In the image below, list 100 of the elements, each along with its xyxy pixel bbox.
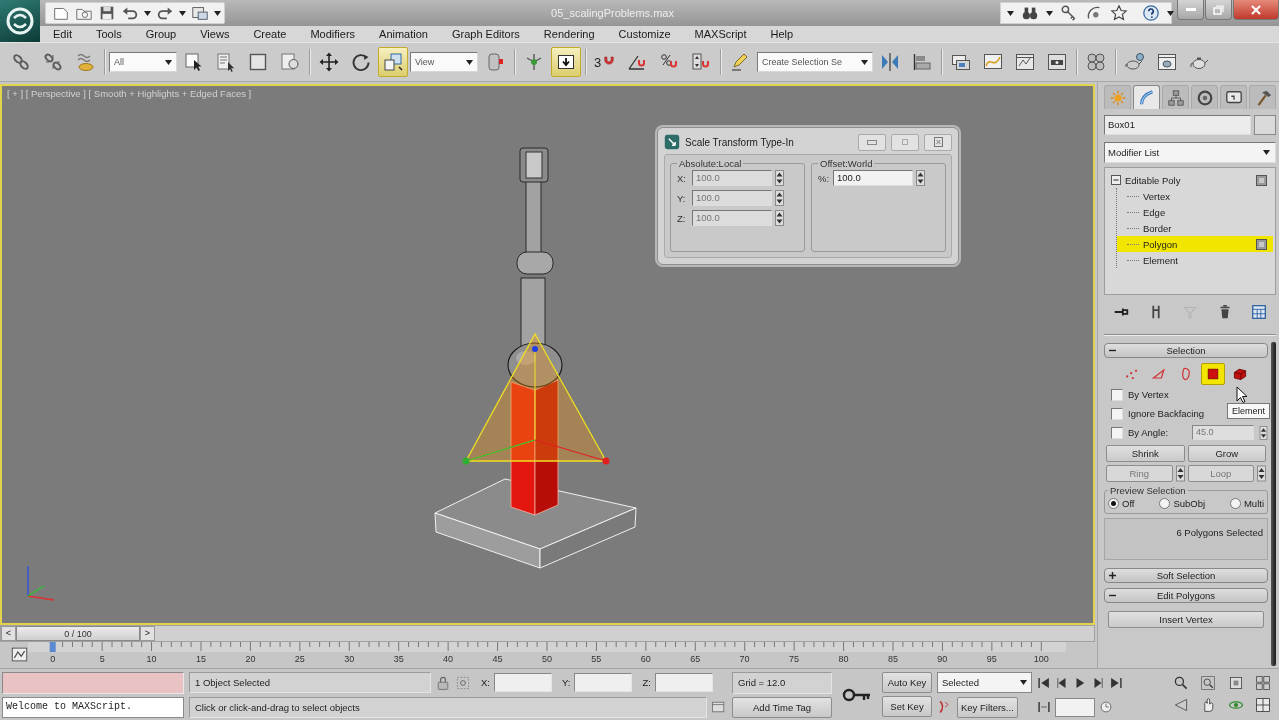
spinner-icon[interactable]: [775, 170, 784, 186]
object-name-field[interactable]: Box01: [1104, 115, 1251, 135]
panel-tab[interactable]: [1191, 85, 1218, 109]
menu-item[interactable]: Group: [133, 26, 189, 42]
close-button[interactable]: [924, 133, 952, 151]
spinner-icon[interactable]: [1259, 425, 1268, 440]
checkbox[interactable]: [1111, 407, 1123, 420]
curve-window-icon[interactable]: [11, 645, 28, 663]
menu-item[interactable]: Customize: [606, 26, 683, 42]
triangle-icon[interactable]: [1172, 697, 1189, 713]
menu-item[interactable]: Tools: [83, 26, 134, 42]
lock-icon[interactable]: [435, 674, 451, 691]
restore-button[interactable]: [1205, 0, 1232, 20]
caret-icon[interactable]: [466, 59, 473, 65]
key-icon[interactable]: [1060, 4, 1078, 22]
set-key-button[interactable]: Set Key: [882, 696, 932, 717]
go-to-end-icon[interactable]: [1109, 675, 1123, 690]
clock-icon[interactable]: [1099, 700, 1113, 715]
radio-button[interactable]: [1159, 498, 1171, 509]
caret-icon[interactable]: [1263, 150, 1270, 155]
save-icon[interactable]: [98, 4, 116, 22]
spinner-icon[interactable]: [1257, 465, 1266, 482]
caret-icon[interactable]: [214, 10, 221, 16]
spinner-icon[interactable]: [775, 190, 784, 206]
subobject-button[interactable]: [1201, 363, 1225, 385]
caret-icon[interactable]: [861, 59, 868, 65]
maximize-viewport-icon[interactable]: [1255, 697, 1272, 713]
radio-button[interactable]: [1229, 498, 1241, 509]
named-selection-field[interactable]: Create Selection Se: [757, 52, 873, 72]
caret-icon[interactable]: [165, 59, 172, 65]
stack-item[interactable]: Edge: [1117, 204, 1273, 220]
caret-icon[interactable]: [144, 10, 151, 16]
selection-filter-dropdown[interactable]: All: [109, 52, 177, 72]
bracket-icon[interactable]: [1037, 700, 1051, 715]
minimize-button[interactable]: [1177, 0, 1204, 20]
key-filters-button[interactable]: Key Filters...: [957, 696, 1018, 718]
panel-tab[interactable]: [1220, 85, 1247, 109]
maxscript-input-field[interactable]: [2, 672, 184, 694]
rollout-header[interactable]: Soft Selection: [1104, 568, 1268, 583]
previous-key-icon[interactable]: [1055, 675, 1069, 690]
menu-item[interactable]: Animation: [367, 26, 440, 42]
stack-item[interactable]: Border: [1117, 220, 1273, 236]
angle-field[interactable]: 45.0: [1192, 425, 1254, 440]
radio-button[interactable]: [1108, 498, 1119, 509]
minimize-button[interactable]: [858, 133, 886, 151]
scrollbar[interactable]: [1271, 342, 1276, 666]
frame-field[interactable]: [1055, 697, 1095, 717]
arrow-box-button[interactable]: [551, 47, 581, 77]
next-frame-button[interactable]: >: [140, 626, 155, 641]
caret-icon[interactable]: [1020, 680, 1027, 685]
caret-icon[interactable]: [1167, 10, 1174, 16]
panel-button[interactable]: Shrink: [1106, 445, 1185, 462]
zoom-extents-icon[interactable]: [1227, 675, 1244, 691]
spinner-icon[interactable]: [775, 210, 784, 226]
menu-item[interactable]: Edit: [41, 26, 84, 42]
menu-item[interactable]: Help: [758, 26, 806, 42]
spinner-icon[interactable]: [916, 170, 925, 186]
value-field[interactable]: 100.0: [833, 170, 913, 186]
stack-item[interactable]: Editable Poly: [1107, 172, 1273, 188]
close-button[interactable]: [1233, 0, 1279, 20]
stack-item[interactable]: Vertex: [1117, 188, 1273, 204]
menu-item[interactable]: Graph Editors: [439, 26, 532, 42]
spinner-icon[interactable]: [1175, 465, 1185, 482]
add-time-tag-button[interactable]: Add Time Tag: [732, 697, 832, 718]
folder-window-icon[interactable]: [191, 4, 209, 22]
magnet-button[interactable]: 3: [590, 47, 620, 77]
menu-item[interactable]: Create: [241, 26, 299, 42]
caret-icon[interactable]: [1046, 10, 1053, 16]
zoom-icon[interactable]: [1172, 675, 1189, 691]
time-slider[interactable]: < 0 / 100 >: [0, 625, 1095, 642]
star-icon[interactable]: [1110, 4, 1128, 22]
coordinate-field[interactable]: [654, 673, 713, 693]
auto-key-button[interactable]: Auto Key: [882, 672, 932, 693]
caret-icon[interactable]: [179, 10, 186, 16]
caret-icon[interactable]: [1007, 10, 1014, 16]
maxscript-output-field[interactable]: Welcome to MAXScript.: [2, 697, 184, 718]
panel-button[interactable]: Grow: [1187, 445, 1266, 462]
coordinate-field[interactable]: [494, 673, 552, 693]
go-to-start-icon[interactable]: [1037, 675, 1051, 690]
menu-item[interactable]: Rendering: [531, 26, 607, 42]
coordinate-system-dropdown[interactable]: View: [410, 52, 478, 72]
panel-tab[interactable]: [1249, 85, 1276, 109]
time-slider-handle[interactable]: 0 / 100: [16, 626, 140, 641]
stack-item[interactable]: Polygon: [1117, 236, 1273, 252]
rollout-header[interactable]: Edit Polygons: [1104, 588, 1268, 603]
panel-button[interactable]: Insert Vertex: [1108, 611, 1264, 628]
zoom-extents-all-icon[interactable]: [1255, 675, 1272, 691]
previous-frame-button[interactable]: <: [1, 626, 16, 641]
rollout-header[interactable]: Selection: [1104, 343, 1268, 358]
zoom-all-icon[interactable]: [1200, 675, 1217, 691]
logo-icon[interactable]: [0, 0, 40, 42]
menu-item[interactable]: Modifiers: [298, 26, 368, 42]
modifier-list-dropdown[interactable]: Modifier List: [1104, 142, 1276, 163]
coordinate-field[interactable]: [574, 673, 633, 693]
checkbox[interactable]: [1111, 426, 1123, 439]
help-icon[interactable]: [1142, 4, 1160, 22]
current-frame-marker[interactable]: [49, 642, 56, 652]
stack-item[interactable]: Element: [1117, 252, 1273, 268]
menu-item[interactable]: Views: [188, 26, 242, 42]
color-swatch[interactable]: [1254, 115, 1276, 135]
